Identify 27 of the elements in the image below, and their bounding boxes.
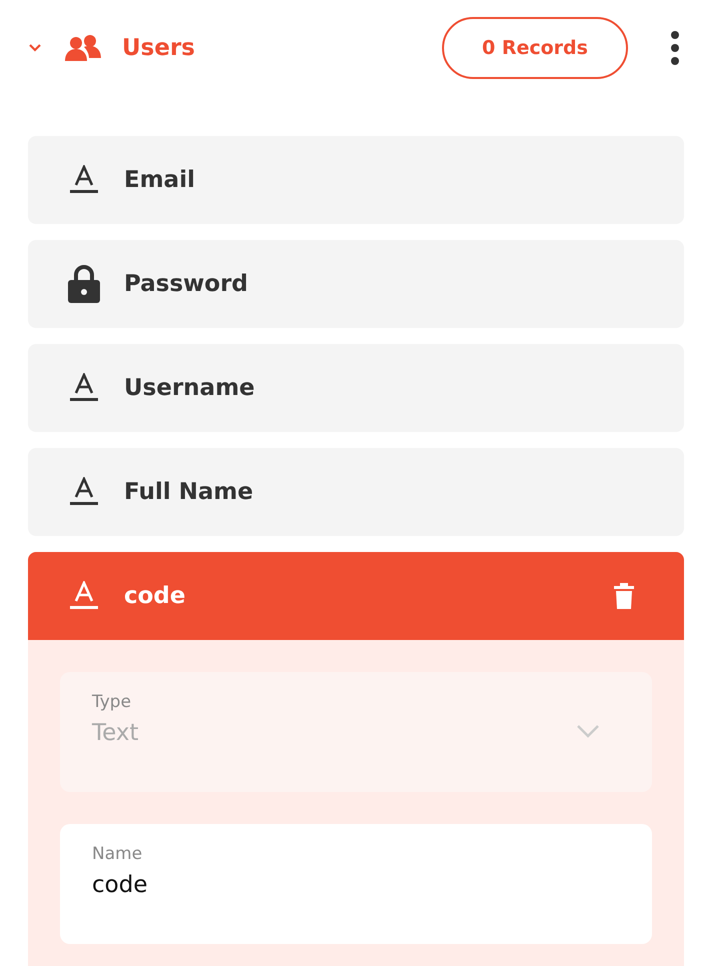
field-row[interactable]: Password [28, 240, 684, 328]
text-type-icon [70, 373, 98, 403]
dropdown-icon [576, 724, 600, 738]
field-label: Email [124, 167, 195, 193]
text-type-icon [70, 165, 98, 195]
delete-icon[interactable] [614, 583, 634, 609]
chevron-icon[interactable] [28, 43, 42, 53]
setting-label: Name [92, 844, 142, 864]
records-button[interactable]: 0 Records [442, 17, 628, 79]
lock-icon [68, 265, 100, 303]
users-icon [64, 34, 102, 62]
field-row[interactable]: Email [28, 136, 684, 224]
field-label: Username [124, 375, 255, 401]
more-icon[interactable] [670, 31, 680, 65]
text-type-icon [70, 477, 98, 507]
field-label: code [124, 583, 186, 609]
setting-label: Type [92, 692, 132, 712]
field-row[interactable]: Username [28, 344, 684, 432]
field-label: Password [124, 271, 248, 297]
name-input[interactable]: Name code [60, 824, 652, 944]
field-row[interactable]: Full Name [28, 448, 684, 536]
field-label: Full Name [124, 479, 254, 505]
text-type-icon [70, 581, 98, 611]
collection-title: Users [122, 35, 195, 61]
setting-value: code [92, 872, 148, 898]
field-row[interactable]: code [28, 552, 684, 640]
setting-value: Text [92, 720, 139, 746]
